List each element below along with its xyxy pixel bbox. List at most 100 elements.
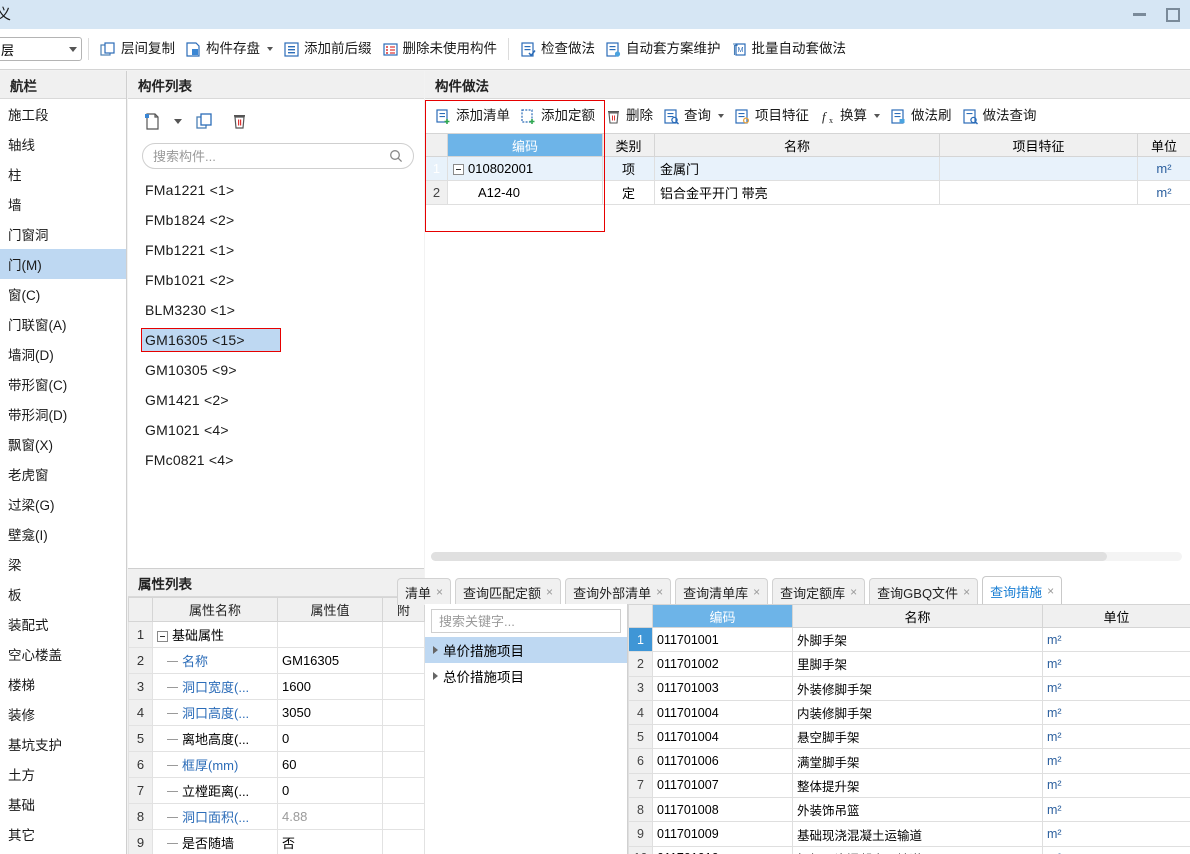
property-name-cell[interactable]: 洞口高度(... [152,699,278,726]
property-name-cell[interactable]: 是否随墙 [152,829,278,854]
nav-item-11[interactable]: 飘窗(X) [0,429,126,459]
tab-query-quota-library[interactable]: 查询定额库 × [772,578,866,605]
nav-item-7[interactable]: 门联窗(A) [0,309,126,339]
project-feature-button[interactable]: 项目特征 [730,102,813,130]
chevron-down-icon[interactable] [718,114,724,118]
keyword-search-box[interactable] [431,609,621,633]
nav-item-19[interactable]: 楼梯 [0,669,126,699]
table-row[interactable]: 7 立樘距离(... 0 [128,777,425,804]
close-icon[interactable]: × [963,585,970,599]
new-component-dropdown[interactable] [171,106,185,136]
bg-code[interactable]: 011701003 [652,675,793,701]
nav-item-15[interactable]: 梁 [0,549,126,579]
bg-unit[interactable]: m² [1042,797,1190,823]
tree-item-unit-price-measures[interactable]: 单价措施项目 [425,637,627,663]
component-item-gm10305[interactable]: GM10305 <9> [128,355,424,385]
chevron-down-icon[interactable] [874,114,880,118]
method-query-button[interactable]: 做法查询 [958,102,1041,130]
tab-query-measures[interactable]: 查询措施 × [982,576,1063,605]
cf-unit[interactable]: m² [1137,180,1190,205]
chevron-right-icon[interactable] [433,646,438,654]
property-col-value[interactable]: 属性值 [277,597,383,622]
close-icon[interactable]: × [656,585,663,599]
bg-code[interactable]: 011701006 [652,748,793,774]
property-name-cell[interactable]: 框厚(mm) [152,751,278,778]
table-row[interactable]: 9 是否随墙 否 [128,829,425,854]
component-item-fmb1824[interactable]: FMb1824 <2> [128,205,424,235]
bg-unit[interactable]: m² [1042,821,1190,847]
nav-item-0[interactable]: 施工段 [0,99,126,129]
table-row[interactable]: 8 洞口面积(... 4.88 [128,803,425,830]
property-extra[interactable] [382,647,425,674]
nav-item-14[interactable]: 壁龛(I) [0,519,126,549]
property-value[interactable]: 否 [277,829,383,854]
cf-code-cell[interactable]: 010802001 [447,156,603,181]
tab-query-external-list[interactable]: 查询外部清单 × [565,578,672,605]
property-name-cell[interactable]: 离地高度(... [152,725,278,752]
bg-code[interactable]: 011701001 [652,626,793,653]
component-item-fmb1021[interactable]: FMb1021 <2> [128,265,424,295]
component-item-gm1421[interactable]: GM1421 <2> [128,385,424,415]
bg-code[interactable]: 011701004 [652,699,793,726]
nav-item-22[interactable]: 土方 [0,759,126,789]
table-row[interactable]: 5 011701004 悬空脚手架 m² [628,724,1190,750]
property-name-cell[interactable]: 洞口面积(... [152,803,278,830]
property-extra[interactable] [382,751,425,778]
cf-col-code[interactable]: 编码 [447,133,603,157]
table-row[interactable]: 2 名称 GM16305 [128,647,425,674]
convert-button[interactable]: fx 换算 [815,102,884,130]
minimize-button[interactable] [1122,0,1156,29]
tree-item-total-price-measures[interactable]: 总价措施项目 [425,663,627,689]
tab-query-list-library[interactable]: 查询清单库 × [675,578,769,605]
close-icon[interactable]: × [1047,584,1054,598]
toolbar-auto-plan-maintain-button[interactable]: 自动套方案维护 [600,34,726,64]
nav-item-4[interactable]: 门窗洞 [0,219,126,249]
tab-query-match-quota[interactable]: 查询匹配定额 × [455,578,562,605]
property-extra[interactable] [382,777,425,804]
maximize-button[interactable] [1156,0,1190,29]
cf-unit[interactable]: m² [1137,156,1190,181]
toolbar-add-affix-button[interactable]: 添加前后缀 [278,34,377,64]
table-row[interactable]: 1 基础属性 [128,621,425,648]
bg-unit[interactable]: m² [1042,724,1190,750]
table-row[interactable]: 10 011701010 框架现浇混凝土运输道 m² [628,845,1190,854]
nav-item-21[interactable]: 基坑支护 [0,729,126,759]
table-row[interactable]: 9 011701009 基础现浇混凝土运输道 m² [628,821,1190,847]
toolbar-copy-layers-button[interactable]: 层间复制 [95,34,180,64]
cf-col-feature[interactable]: 项目特征 [939,133,1138,157]
property-name-cell[interactable]: 立樘距离(... [152,777,278,804]
table-row[interactable]: 2 A12-40 定 铝合金平开门 带亮 m² [425,180,1190,205]
bg-name[interactable]: 外装饰吊篮 [792,797,1043,823]
property-value[interactable]: 1600 [277,673,383,700]
toolbar-save-component-button[interactable]: 构件存盘 [180,34,278,64]
delete-component-button[interactable] [223,106,255,136]
bg-name[interactable]: 满堂脚手架 [792,748,1043,774]
nav-item-6[interactable]: 窗(C) [0,279,126,309]
toolbar-delete-unused-button[interactable]: 删除未使用构件 [377,34,503,64]
component-item-fma1221[interactable]: FMa1221 <1> [128,175,424,205]
nav-item-13[interactable]: 过梁(G) [0,489,126,519]
cf-feature[interactable] [939,180,1138,205]
bg-code[interactable]: 011701008 [652,797,793,823]
table-row[interactable]: 5 离地高度(... 0 [128,725,425,752]
bg-unit[interactable]: m² [1042,748,1190,774]
bg-name[interactable]: 基础现浇混凝土运输道 [792,821,1043,847]
property-value[interactable]: 0 [277,725,383,752]
bg-unit[interactable]: m² [1042,772,1190,799]
property-extra[interactable] [382,699,425,726]
table-row[interactable]: 4 洞口高度(... 3050 [128,699,425,726]
nav-item-9[interactable]: 带形窗(C) [0,369,126,399]
nav-item-2[interactable]: 柱 [0,159,126,189]
bg-unit[interactable]: m² [1042,845,1190,854]
copy-component-button[interactable] [188,106,220,136]
property-extra[interactable] [382,803,425,830]
property-extra[interactable] [382,829,425,854]
table-row[interactable]: 6 011701006 满堂脚手架 m² [628,748,1190,774]
bg-col-code[interactable]: 编码 [652,604,793,628]
property-name-cell[interactable]: 洞口宽度(... [152,673,278,700]
query-button[interactable]: 查询 [659,102,728,130]
property-value[interactable]: 0 [277,777,383,804]
cf-category[interactable]: 项 [602,156,655,181]
bg-col-unit[interactable]: 单位 [1042,604,1190,628]
bg-code[interactable]: 011701002 [652,651,793,677]
